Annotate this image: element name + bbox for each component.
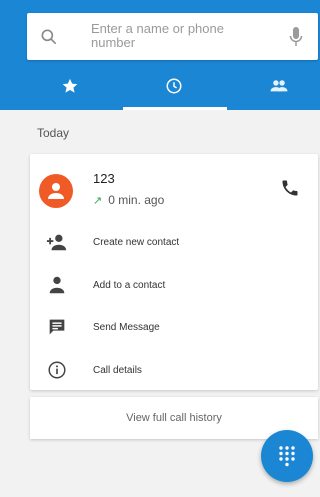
people-icon: [270, 80, 288, 92]
outgoing-arrow-icon: ↗: [93, 194, 103, 207]
call-time-text: 0 min. ago: [108, 193, 165, 207]
tab-indicator: [123, 107, 227, 110]
tab-favorites[interactable]: [17, 62, 123, 110]
action-label: Call details: [93, 364, 142, 376]
send-message-action[interactable]: Send Message: [30, 307, 318, 347]
tab-recents[interactable]: [121, 62, 227, 110]
caller-name[interactable]: 123: [93, 171, 115, 186]
person-icon: [48, 183, 64, 199]
avatar[interactable]: [39, 174, 73, 208]
info-icon: [48, 361, 66, 379]
action-label: Create new contact: [93, 236, 180, 248]
dialpad-fab[interactable]: [261, 430, 313, 482]
person-icon: [49, 276, 65, 294]
clock-icon: [166, 78, 182, 94]
search-bar[interactable]: Enter a name or phone number: [27, 13, 318, 60]
mic-icon[interactable]: [289, 26, 303, 48]
create-new-contact-action[interactable]: Create new contact: [30, 222, 318, 262]
dialpad-icon: [279, 446, 295, 467]
tab-contacts[interactable]: [226, 62, 320, 110]
phone-icon[interactable]: [280, 178, 300, 198]
search-input[interactable]: Enter a name or phone number: [91, 22, 261, 50]
section-header: Today: [37, 126, 70, 140]
call-time: ↗ 0 min. ago: [93, 193, 164, 207]
star-icon: [62, 78, 78, 93]
call-details-action[interactable]: Call details: [30, 350, 318, 390]
action-label: Send Message: [93, 321, 160, 333]
search-icon: [41, 29, 57, 45]
message-icon: [49, 319, 65, 335]
app-bar: Enter a name or phone number: [0, 0, 320, 110]
recent-call-card: 123 ↗ 0 min. ago Create new contact Add …: [30, 154, 318, 390]
tab-bar: [0, 62, 320, 110]
person-add-icon: [46, 234, 67, 251]
add-to-contact-action[interactable]: Add to a contact: [30, 265, 318, 305]
action-label: Add to a contact: [93, 279, 166, 291]
